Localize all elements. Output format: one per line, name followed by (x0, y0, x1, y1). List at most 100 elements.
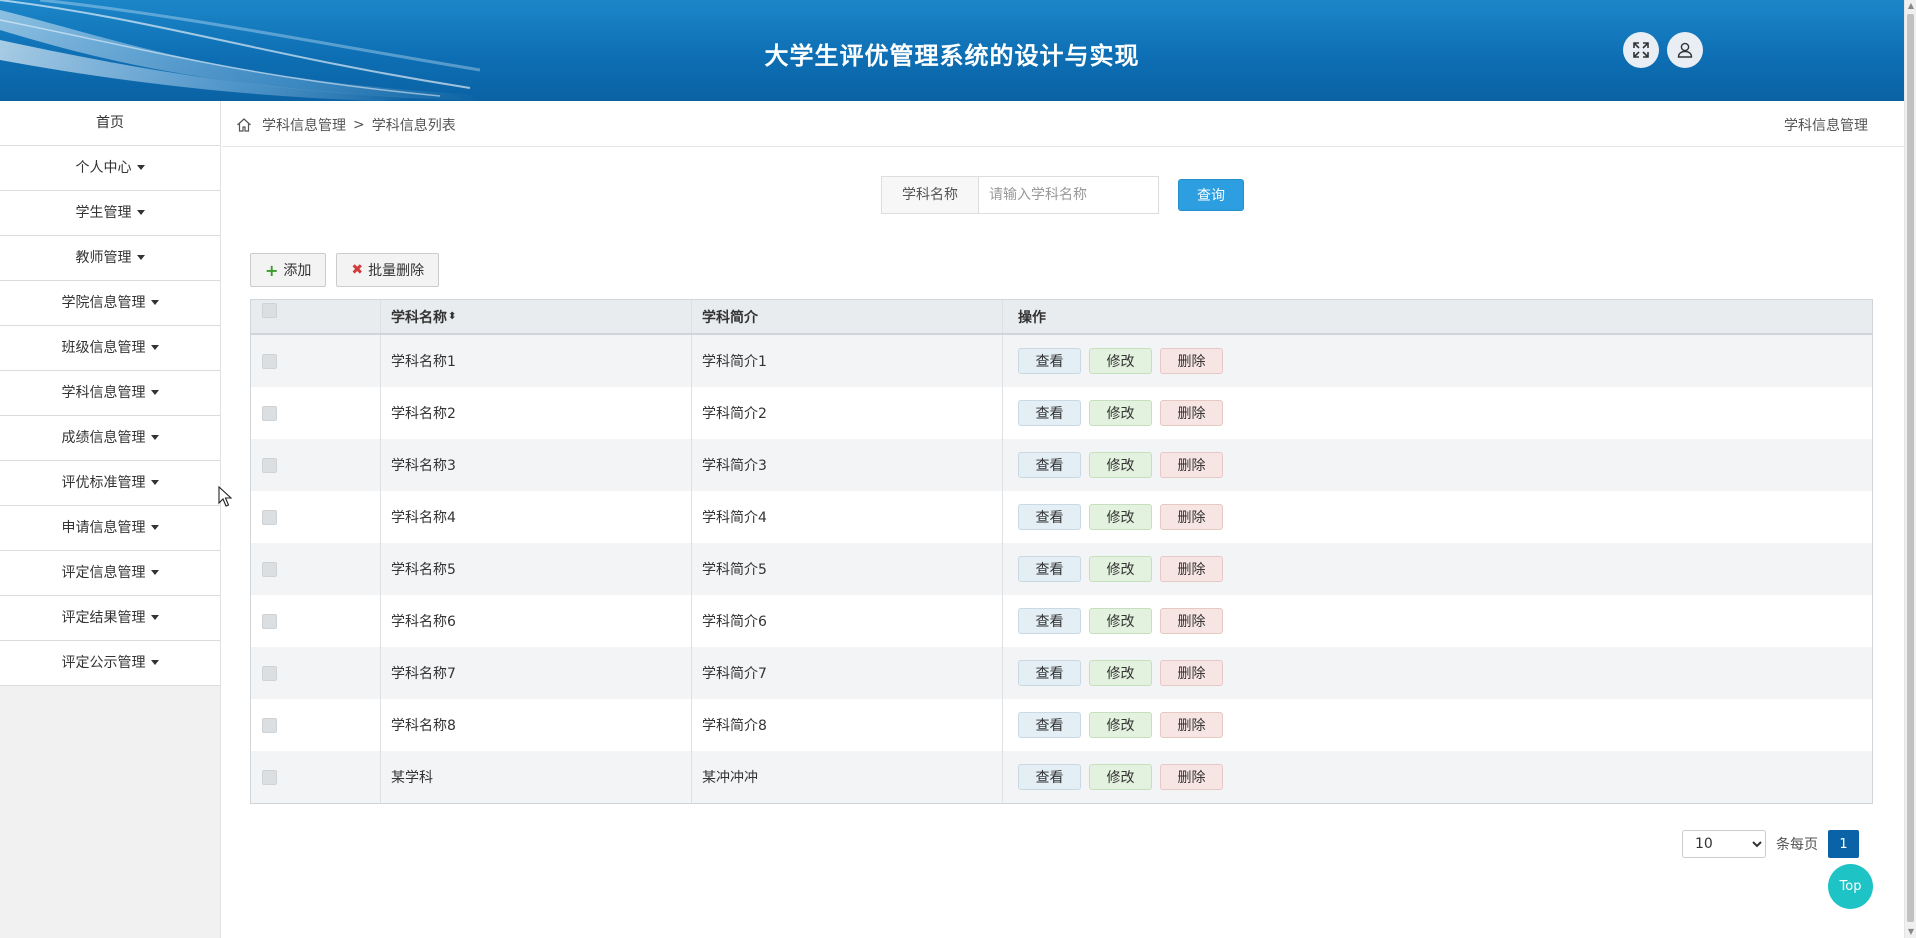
sidebar-item-classes[interactable]: 班级信息管理 (0, 326, 220, 371)
edit-button[interactable]: 修改 (1089, 660, 1152, 686)
row-checkbox[interactable] (262, 613, 277, 629)
caret-down-icon (136, 254, 145, 260)
breadcrumb-separator: > (353, 117, 365, 133)
cell-intro: 学科简介2 (692, 387, 1003, 439)
edit-button[interactable]: 修改 (1089, 764, 1152, 790)
sidebar-item-applications[interactable]: 申请信息管理 (0, 506, 220, 551)
cell-name: 学科名称6 (381, 595, 692, 647)
cell-name: 学科名称8 (381, 699, 692, 751)
sidebar-item-label: 评定结果管理 (61, 610, 146, 626)
query-button[interactable]: 查询 (1178, 179, 1244, 211)
cell-name: 学科名称3 (381, 439, 692, 491)
delete-button[interactable]: 删除 (1160, 660, 1223, 686)
edit-button[interactable]: 修改 (1089, 504, 1152, 530)
delete-button[interactable]: 删除 (1160, 556, 1223, 582)
fullscreen-button[interactable] (1623, 32, 1659, 68)
table-row: 学科名称8 学科简介8 查看 修改 删除 (251, 699, 1872, 751)
page-button-current[interactable]: 1 (1828, 830, 1859, 858)
sort-icon[interactable]: ⬍ (448, 311, 456, 322)
home-icon[interactable] (236, 117, 252, 133)
sidebar-item-evaluations[interactable]: 评定信息管理 (0, 551, 220, 596)
edit-button[interactable]: 修改 (1089, 348, 1152, 374)
row-checkbox[interactable] (262, 769, 277, 785)
pagination: 10 条每页 1 (1682, 830, 1859, 858)
sidebar-item-teachers[interactable]: 教师管理 (0, 236, 220, 281)
edit-button[interactable]: 修改 (1089, 400, 1152, 426)
view-button[interactable]: 查看 (1018, 712, 1081, 738)
back-to-top-button[interactable]: Top (1828, 864, 1873, 909)
sidebar-item-students[interactable]: 学生管理 (0, 191, 220, 236)
delete-button[interactable]: 删除 (1160, 764, 1223, 790)
sidebar-item-colleges[interactable]: 学院信息管理 (0, 281, 220, 326)
row-checkbox[interactable] (262, 561, 277, 577)
cell-name: 学科名称7 (381, 647, 692, 699)
sidebar-item-home[interactable]: 首页 (0, 101, 220, 146)
delete-button[interactable]: 删除 (1160, 712, 1223, 738)
select-all-checkbox[interactable] (262, 303, 277, 318)
row-checkbox[interactable] (262, 405, 277, 421)
sidebar-item-publicity[interactable]: 评定公示管理 (0, 641, 220, 686)
row-select-cell (251, 491, 381, 543)
sidebar-item-personal-center[interactable]: 个人中心 (0, 146, 220, 191)
delete-button[interactable]: 删除 (1160, 348, 1223, 374)
view-button[interactable]: 查看 (1018, 348, 1081, 374)
view-button[interactable]: 查看 (1018, 504, 1081, 530)
edit-button[interactable]: 修改 (1089, 556, 1152, 582)
view-button[interactable]: 查看 (1018, 452, 1081, 478)
edit-button[interactable]: 修改 (1089, 608, 1152, 634)
view-button[interactable]: 查看 (1018, 764, 1081, 790)
cell-actions: 查看 修改 删除 (1003, 751, 1872, 803)
view-button[interactable]: 查看 (1018, 608, 1081, 634)
sidebar-item-grades[interactable]: 成绩信息管理 (0, 416, 220, 461)
row-checkbox[interactable] (262, 353, 277, 369)
mouse-cursor-icon (218, 486, 232, 507)
search-form: 学科名称 查询 (881, 176, 1244, 214)
sidebar-item-criteria[interactable]: 评优标准管理 (0, 461, 220, 506)
cell-actions: 查看 修改 删除 (1003, 387, 1872, 439)
add-button[interactable]: + 添加 (250, 253, 327, 287)
cell-name: 学科名称4 (381, 491, 692, 543)
cell-intro: 学科简介8 (692, 699, 1003, 751)
cell-actions: 查看 修改 删除 (1003, 543, 1872, 595)
edit-button[interactable]: 修改 (1089, 452, 1152, 478)
app-title: 大学生评优管理系统的设计与实现 (764, 42, 1140, 70)
edit-button[interactable]: 修改 (1089, 712, 1152, 738)
scroll-down-arrow[interactable]: ▼ (1905, 926, 1916, 938)
cell-intro: 学科简介7 (692, 647, 1003, 699)
scroll-up-arrow[interactable]: ▲ (1905, 0, 1916, 12)
sidebar-item-results[interactable]: 评定结果管理 (0, 596, 220, 641)
user-button[interactable] (1667, 32, 1703, 68)
search-input[interactable] (979, 176, 1159, 214)
user-icon (1677, 42, 1693, 58)
view-button[interactable]: 查看 (1018, 400, 1081, 426)
cell-actions: 查看 修改 删除 (1003, 595, 1872, 647)
page-title: 学科信息管理 (1784, 118, 1868, 134)
sidebar-item-label: 评优标准管理 (61, 475, 146, 491)
table-row: 学科名称4 学科简介4 查看 修改 删除 (251, 491, 1872, 543)
row-select-cell (251, 387, 381, 439)
scroll-thumb[interactable] (1907, 14, 1914, 922)
sidebar-item-label: 成绩信息管理 (61, 430, 146, 446)
delete-button[interactable]: 删除 (1160, 400, 1223, 426)
row-select-cell (251, 335, 381, 387)
sidebar-item-subjects[interactable]: 学科信息管理 (0, 371, 220, 416)
caret-down-icon (150, 614, 159, 620)
row-checkbox[interactable] (262, 457, 277, 473)
row-checkbox[interactable] (262, 509, 277, 525)
view-button[interactable]: 查看 (1018, 660, 1081, 686)
breadcrumb-level1[interactable]: 学科信息管理 (262, 115, 346, 135)
row-checkbox[interactable] (262, 665, 277, 681)
view-button[interactable]: 查看 (1018, 556, 1081, 582)
cell-intro: 某冲冲冲 (692, 751, 1003, 803)
column-header-actions-label: 操作 (1018, 309, 1046, 326)
column-header-name[interactable]: 学科名称 ⬍ (381, 300, 692, 333)
delete-button[interactable]: 删除 (1160, 452, 1223, 478)
vertical-scrollbar[interactable]: ▲ ▼ (1904, 0, 1916, 938)
page-size-select[interactable]: 10 (1682, 830, 1766, 858)
row-checkbox[interactable] (262, 717, 277, 733)
delete-button[interactable]: 删除 (1160, 608, 1223, 634)
add-button-label: 添加 (283, 263, 312, 279)
batch-delete-button[interactable]: ✖ 批量删除 (336, 253, 440, 287)
data-table: 学科名称 ⬍ 学科简介 操作 学科名称1 学科简介1 查看 修改 删除 学科名称2… (250, 299, 1873, 804)
delete-button[interactable]: 删除 (1160, 504, 1223, 530)
